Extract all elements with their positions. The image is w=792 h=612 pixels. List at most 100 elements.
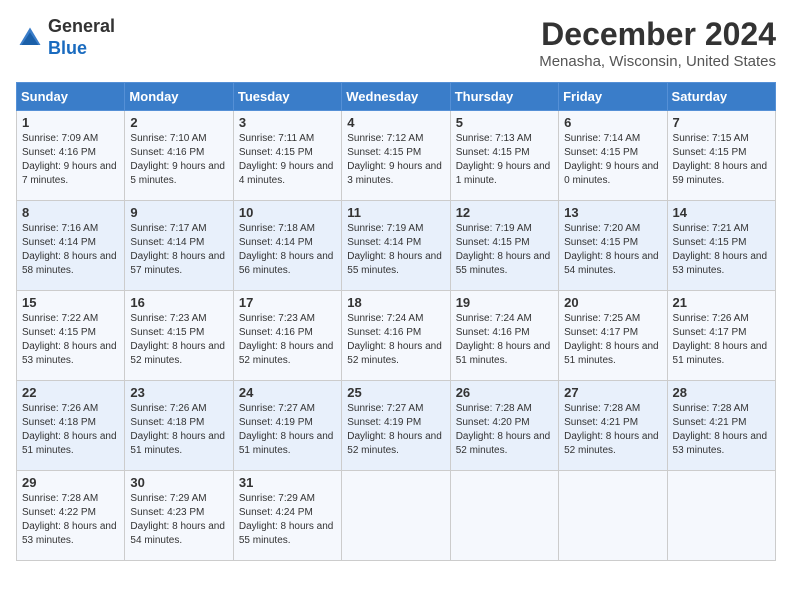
- daylight-label: Daylight: 9 hours and 0 minutes.: [564, 161, 659, 186]
- sunset-label: Sunset: 4:16 PM: [347, 327, 421, 338]
- daylight-label: Daylight: 8 hours and 52 minutes.: [347, 431, 442, 456]
- sunrise-label: Sunrise: 7:09 AM: [22, 133, 98, 144]
- day-info: Sunrise: 7:17 AM Sunset: 4:14 PM Dayligh…: [130, 222, 227, 278]
- day-cell-18: 18 Sunrise: 7:24 AM Sunset: 4:16 PM Dayl…: [342, 291, 450, 381]
- sunset-label: Sunset: 4:15 PM: [564, 237, 638, 248]
- day-cell-26: 26 Sunrise: 7:28 AM Sunset: 4:20 PM Dayl…: [450, 381, 558, 471]
- sunset-label: Sunset: 4:16 PM: [22, 147, 96, 158]
- daylight-label: Daylight: 8 hours and 58 minutes.: [22, 251, 117, 276]
- week-row-3: 15 Sunrise: 7:22 AM Sunset: 4:15 PM Dayl…: [17, 291, 776, 381]
- day-number: 29: [22, 475, 119, 490]
- sunrise-label: Sunrise: 7:13 AM: [456, 133, 532, 144]
- day-cell-16: 16 Sunrise: 7:23 AM Sunset: 4:15 PM Dayl…: [125, 291, 233, 381]
- sunrise-label: Sunrise: 7:15 AM: [673, 133, 749, 144]
- sunrise-label: Sunrise: 7:16 AM: [22, 223, 98, 234]
- sunrise-label: Sunrise: 7:18 AM: [239, 223, 315, 234]
- week-row-5: 29 Sunrise: 7:28 AM Sunset: 4:22 PM Dayl…: [17, 471, 776, 561]
- sunrise-label: Sunrise: 7:29 AM: [130, 493, 206, 504]
- header-monday: Monday: [125, 83, 233, 111]
- sunset-label: Sunset: 4:14 PM: [130, 237, 204, 248]
- empty-cell: [450, 471, 558, 561]
- sunset-label: Sunset: 4:23 PM: [130, 507, 204, 518]
- day-cell-1: 1 Sunrise: 7:09 AM Sunset: 4:16 PM Dayli…: [17, 111, 125, 201]
- day-cell-5: 5 Sunrise: 7:13 AM Sunset: 4:15 PM Dayli…: [450, 111, 558, 201]
- title-block: December 2024 Menasha, Wisconsin, United…: [539, 16, 776, 70]
- day-number: 4: [347, 115, 444, 130]
- day-cell-21: 21 Sunrise: 7:26 AM Sunset: 4:17 PM Dayl…: [667, 291, 775, 381]
- day-number: 17: [239, 295, 336, 310]
- daylight-label: Daylight: 9 hours and 7 minutes.: [22, 161, 117, 186]
- daylight-label: Daylight: 9 hours and 1 minute.: [456, 161, 551, 186]
- daylight-label: Daylight: 8 hours and 53 minutes.: [673, 431, 768, 456]
- sunset-label: Sunset: 4:21 PM: [564, 417, 638, 428]
- daylight-label: Daylight: 8 hours and 52 minutes.: [456, 431, 551, 456]
- day-number: 12: [456, 205, 553, 220]
- day-number: 8: [22, 205, 119, 220]
- day-cell-28: 28 Sunrise: 7:28 AM Sunset: 4:21 PM Dayl…: [667, 381, 775, 471]
- day-cell-22: 22 Sunrise: 7:26 AM Sunset: 4:18 PM Dayl…: [17, 381, 125, 471]
- sunset-label: Sunset: 4:24 PM: [239, 507, 313, 518]
- day-cell-15: 15 Sunrise: 7:22 AM Sunset: 4:15 PM Dayl…: [17, 291, 125, 381]
- sunrise-label: Sunrise: 7:26 AM: [22, 403, 98, 414]
- daylight-label: Daylight: 8 hours and 53 minutes.: [22, 341, 117, 366]
- sunset-label: Sunset: 4:15 PM: [456, 147, 530, 158]
- day-number: 3: [239, 115, 336, 130]
- sunrise-label: Sunrise: 7:25 AM: [564, 313, 640, 324]
- daylight-label: Daylight: 9 hours and 3 minutes.: [347, 161, 442, 186]
- day-cell-2: 2 Sunrise: 7:10 AM Sunset: 4:16 PM Dayli…: [125, 111, 233, 201]
- calendar-table: SundayMondayTuesdayWednesdayThursdayFrid…: [16, 82, 776, 561]
- day-info: Sunrise: 7:27 AM Sunset: 4:19 PM Dayligh…: [239, 402, 336, 458]
- sunset-label: Sunset: 4:19 PM: [239, 417, 313, 428]
- header-row: SundayMondayTuesdayWednesdayThursdayFrid…: [17, 83, 776, 111]
- sunset-label: Sunset: 4:14 PM: [239, 237, 313, 248]
- sunrise-label: Sunrise: 7:24 AM: [456, 313, 532, 324]
- day-cell-17: 17 Sunrise: 7:23 AM Sunset: 4:16 PM Dayl…: [233, 291, 341, 381]
- day-cell-31: 31 Sunrise: 7:29 AM Sunset: 4:24 PM Dayl…: [233, 471, 341, 561]
- empty-cell: [667, 471, 775, 561]
- sunrise-label: Sunrise: 7:20 AM: [564, 223, 640, 234]
- day-info: Sunrise: 7:18 AM Sunset: 4:14 PM Dayligh…: [239, 222, 336, 278]
- sunrise-label: Sunrise: 7:29 AM: [239, 493, 315, 504]
- sunset-label: Sunset: 4:18 PM: [22, 417, 96, 428]
- sunset-label: Sunset: 4:18 PM: [130, 417, 204, 428]
- sunrise-label: Sunrise: 7:22 AM: [22, 313, 98, 324]
- logo-icon: [16, 24, 44, 52]
- day-info: Sunrise: 7:26 AM Sunset: 4:18 PM Dayligh…: [130, 402, 227, 458]
- sunrise-label: Sunrise: 7:24 AM: [347, 313, 423, 324]
- day-info: Sunrise: 7:13 AM Sunset: 4:15 PM Dayligh…: [456, 132, 553, 188]
- day-info: Sunrise: 7:24 AM Sunset: 4:16 PM Dayligh…: [456, 312, 553, 368]
- sunrise-label: Sunrise: 7:28 AM: [22, 493, 98, 504]
- day-number: 31: [239, 475, 336, 490]
- day-number: 11: [347, 205, 444, 220]
- logo-text: General Blue: [48, 16, 115, 59]
- daylight-label: Daylight: 8 hours and 55 minutes.: [456, 251, 551, 276]
- day-info: Sunrise: 7:25 AM Sunset: 4:17 PM Dayligh…: [564, 312, 661, 368]
- sunset-label: Sunset: 4:14 PM: [22, 237, 96, 248]
- day-number: 7: [673, 115, 770, 130]
- sunrise-label: Sunrise: 7:26 AM: [673, 313, 749, 324]
- day-cell-27: 27 Sunrise: 7:28 AM Sunset: 4:21 PM Dayl…: [559, 381, 667, 471]
- day-number: 26: [456, 385, 553, 400]
- day-cell-8: 8 Sunrise: 7:16 AM Sunset: 4:14 PM Dayli…: [17, 201, 125, 291]
- header-sunday: Sunday: [17, 83, 125, 111]
- day-number: 14: [673, 205, 770, 220]
- day-number: 10: [239, 205, 336, 220]
- sunrise-label: Sunrise: 7:11 AM: [239, 133, 314, 144]
- day-info: Sunrise: 7:28 AM Sunset: 4:22 PM Dayligh…: [22, 492, 119, 548]
- day-cell-25: 25 Sunrise: 7:27 AM Sunset: 4:19 PM Dayl…: [342, 381, 450, 471]
- sunset-label: Sunset: 4:15 PM: [239, 147, 313, 158]
- day-cell-30: 30 Sunrise: 7:29 AM Sunset: 4:23 PM Dayl…: [125, 471, 233, 561]
- daylight-label: Daylight: 8 hours and 59 minutes.: [673, 161, 768, 186]
- day-number: 25: [347, 385, 444, 400]
- sunset-label: Sunset: 4:20 PM: [456, 417, 530, 428]
- day-info: Sunrise: 7:28 AM Sunset: 4:20 PM Dayligh…: [456, 402, 553, 458]
- day-info: Sunrise: 7:23 AM Sunset: 4:16 PM Dayligh…: [239, 312, 336, 368]
- day-number: 22: [22, 385, 119, 400]
- day-info: Sunrise: 7:09 AM Sunset: 4:16 PM Dayligh…: [22, 132, 119, 188]
- sunrise-label: Sunrise: 7:19 AM: [347, 223, 423, 234]
- daylight-label: Daylight: 8 hours and 56 minutes.: [239, 251, 334, 276]
- day-number: 19: [456, 295, 553, 310]
- day-info: Sunrise: 7:29 AM Sunset: 4:23 PM Dayligh…: [130, 492, 227, 548]
- day-number: 18: [347, 295, 444, 310]
- location: Menasha, Wisconsin, United States: [539, 53, 776, 70]
